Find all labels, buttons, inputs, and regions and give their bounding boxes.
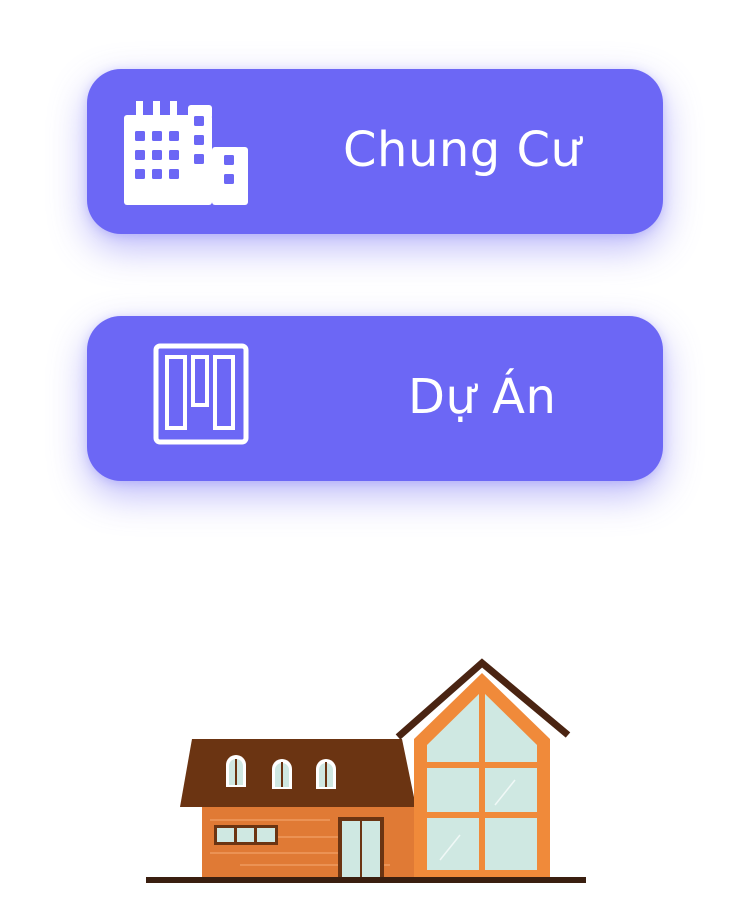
apartment-label: Chung Cư bbox=[343, 122, 582, 178]
project-button[interactable]: Dự Án bbox=[87, 316, 663, 481]
house-illustration bbox=[146, 658, 586, 883]
apartment-button[interactable]: Chung Cư bbox=[87, 69, 663, 234]
apartment-building-icon bbox=[124, 101, 248, 205]
project-label: Dự Án bbox=[408, 369, 557, 425]
project-board-icon bbox=[153, 343, 249, 445]
